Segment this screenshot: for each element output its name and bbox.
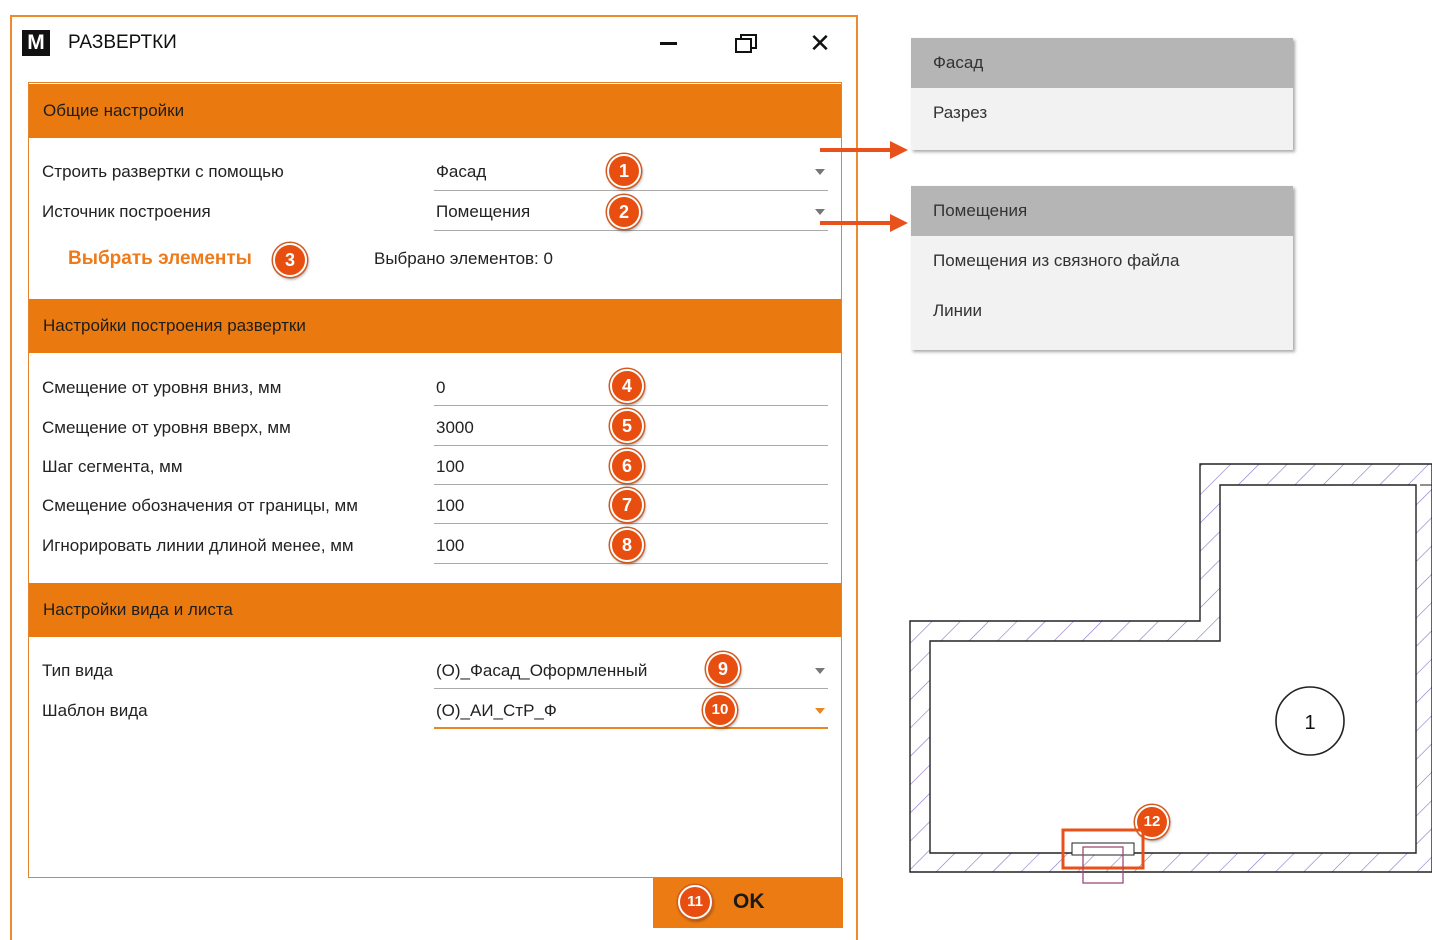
option-lines[interactable]: Линии: [911, 286, 1293, 336]
field-underline: [434, 523, 828, 524]
ok-label: OK: [733, 890, 765, 913]
maximize-button[interactable]: [724, 25, 764, 61]
close-button[interactable]: ✕: [800, 25, 840, 61]
callout-badge: 3: [273, 243, 307, 277]
window-title: РАЗВЕРТКИ: [68, 32, 177, 53]
build-with-label: Строить развертки с помощью: [42, 162, 284, 181]
offset-up-input[interactable]: 3000: [436, 416, 474, 440]
callout-badge: 10: [703, 693, 737, 727]
offset-down-input[interactable]: 0: [436, 376, 445, 400]
section-build-header: Настройки построения развертки: [29, 299, 841, 353]
field-label: Смещение от уровня вниз, мм: [42, 378, 282, 397]
callout-badge: 2: [607, 195, 641, 229]
chevron-down-icon[interactable]: [815, 708, 825, 714]
option-rooms[interactable]: Помещения: [911, 186, 1293, 236]
view-type-label: Тип вида: [42, 661, 113, 680]
field-underline: [434, 484, 828, 485]
field-label: Игнорировать линии длиной менее, мм: [42, 536, 354, 555]
source-underline: [434, 230, 828, 231]
source-label: Источник построения: [42, 202, 211, 221]
mark-offset-input[interactable]: 100: [436, 494, 464, 518]
section-general-header: Общие настройки: [29, 84, 841, 138]
room-tag: 1: [1304, 712, 1315, 734]
arrow-icons: [820, 141, 908, 232]
view-type-underline: [434, 688, 828, 689]
source-options-popup: Помещения Помещения из связного файла Ли…: [911, 186, 1293, 350]
select-elements-button[interactable]: Выбрать элементы: [68, 246, 252, 272]
ignore-lines-input[interactable]: 100: [436, 534, 464, 558]
callout-badge: 1: [607, 154, 641, 188]
callout-badge: 5: [610, 409, 644, 443]
option-section[interactable]: Разрез: [911, 88, 1293, 138]
view-template-select[interactable]: (О)_АИ_СтР_Ф: [436, 699, 557, 723]
option-facade[interactable]: Фасад: [911, 38, 1293, 88]
callout-badge: 9: [706, 652, 740, 686]
chevron-down-icon[interactable]: [815, 668, 825, 674]
view-template-underline: [434, 727, 828, 729]
view-template-label: Шаблон вида: [42, 701, 148, 720]
wall-hatch: [909, 463, 1432, 873]
build-with-select[interactable]: Фасад: [436, 160, 486, 184]
callout-badge: 7: [610, 488, 644, 522]
callout-badge: 8: [610, 528, 644, 562]
floor-plan: 1: [909, 463, 1432, 884]
minimize-button[interactable]: [650, 25, 690, 61]
view-type-select[interactable]: (О)_Фасад_Оформленный: [436, 659, 647, 683]
field-underline: [434, 405, 828, 406]
field-label: Смещение обозначения от границы, мм: [42, 496, 358, 515]
field-label: Смещение от уровня вверх, мм: [42, 418, 291, 437]
source-select[interactable]: Помещения: [436, 200, 530, 224]
section-view-header: Настройки вида и листа: [29, 583, 841, 637]
build-with-underline: [434, 190, 828, 191]
field-label: Шаг сегмента, мм: [42, 457, 183, 476]
build-with-options-popup: Фасад Разрез: [911, 38, 1293, 150]
option-linked-rooms[interactable]: Помещения из связного файла: [911, 236, 1293, 286]
field-underline: [434, 563, 828, 564]
callout-badge: 6: [610, 449, 644, 483]
segment-step-input[interactable]: 100: [436, 455, 464, 479]
app-logo: M: [22, 30, 50, 56]
field-underline: [434, 445, 828, 446]
selected-count: Выбрано элементов: 0: [374, 249, 553, 268]
callout-badge: 11: [678, 885, 712, 919]
callout-badge: 4: [610, 369, 644, 403]
